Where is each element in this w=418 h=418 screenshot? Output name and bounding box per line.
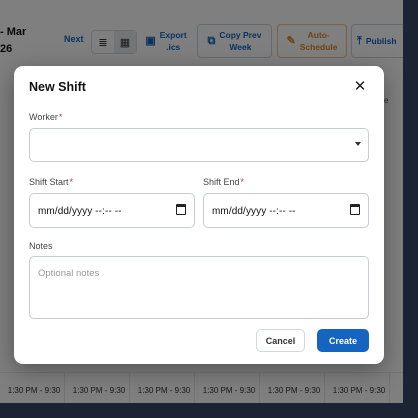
shift-end-input[interactable]: mm/dd/yyyy --:-- -- [203, 193, 369, 228]
shift-start-label-text: Shift Start [29, 177, 69, 187]
new-shift-dialog: New Shift ✕ Worker* Shift Start* mm/dd/y… [14, 66, 384, 364]
notes-label: Notes [29, 241, 53, 251]
shift-start-value: mm/dd/yyyy --:-- -- [38, 206, 122, 217]
notes-placeholder: Optional notes [38, 268, 100, 279]
required-mark: * [240, 177, 245, 187]
required-mark: * [58, 112, 63, 122]
dropdown-arrow-icon [355, 142, 361, 146]
shift-start-label: Shift Start* [29, 177, 73, 187]
close-icon[interactable]: ✕ [351, 78, 369, 96]
shift-end-label-text: Shift End [203, 177, 240, 187]
dialog-title: New Shift [29, 80, 86, 94]
shift-end-value: mm/dd/yyyy --:-- -- [212, 206, 296, 217]
shift-end-label: Shift End* [203, 177, 244, 187]
worker-select[interactable] [29, 128, 369, 162]
calendar-icon[interactable] [176, 204, 186, 215]
worker-label: Worker* [29, 112, 62, 122]
shift-start-input[interactable]: mm/dd/yyyy --:-- -- [29, 193, 195, 228]
cancel-button[interactable]: Cancel [256, 329, 305, 352]
notes-textarea[interactable]: Optional notes [29, 256, 369, 319]
calendar-icon[interactable] [350, 204, 360, 215]
create-button[interactable]: Create [317, 329, 369, 352]
required-mark: * [69, 177, 74, 187]
worker-label-text: Worker [29, 112, 58, 122]
